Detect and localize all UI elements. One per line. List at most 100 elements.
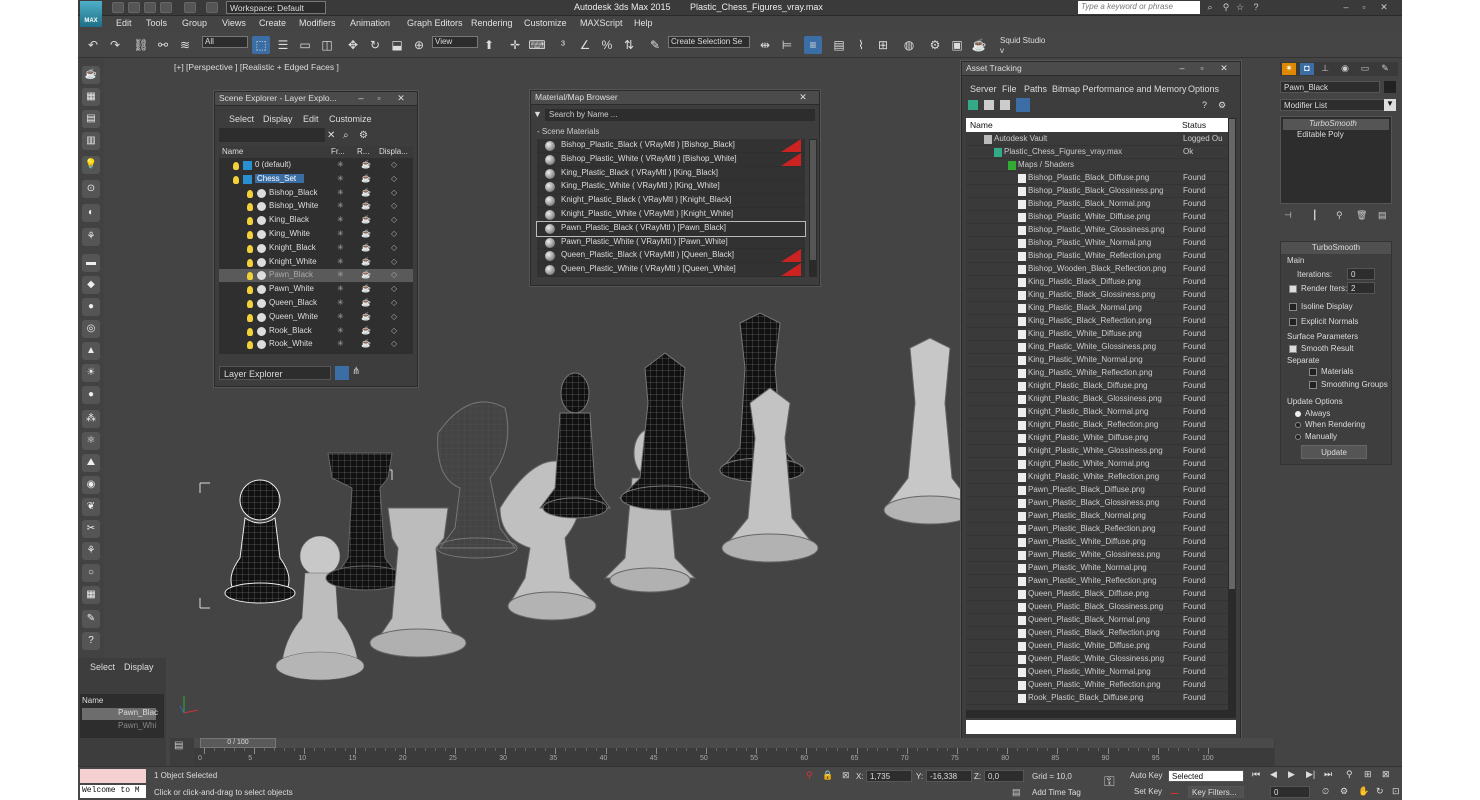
- asset-row[interactable]: King_Plastic_White_Glossiness.png Found: [966, 341, 1228, 354]
- light-bulb-icon[interactable]: [247, 341, 253, 350]
- favorites-icon[interactable]: ☆: [1234, 2, 1246, 13]
- cone-icon[interactable]: ▲: [82, 342, 100, 360]
- menu-modifiers[interactable]: Modifiers: [299, 18, 336, 28]
- maxscript-listener[interactable]: [80, 769, 146, 783]
- menu-create[interactable]: Create: [259, 18, 286, 28]
- se-header-display[interactable]: Displa...: [379, 147, 408, 156]
- plane-icon[interactable]: ▬: [82, 254, 100, 272]
- display-box-icon[interactable]: ◇: [391, 326, 397, 335]
- queen-black[interactable]: [618, 352, 712, 511]
- menu-maxscript[interactable]: MAXScript: [580, 18, 623, 28]
- menu-arrow-icon[interactable]: ▼: [533, 109, 543, 119]
- asset-row[interactable]: Pawn_Plastic_Black_Reflection.png Found: [966, 523, 1228, 536]
- find-icon[interactable]: ⌕: [343, 130, 349, 141]
- turbosmooth-title[interactable]: TurboSmooth: [1281, 242, 1391, 254]
- lock-selection-icon[interactable]: 🔒: [822, 770, 833, 781]
- minimize-icon[interactable]: –: [353, 93, 369, 104]
- render-iters-spinner[interactable]: 2: [1347, 282, 1375, 294]
- object-name-field[interactable]: Pawn_Black: [1280, 81, 1380, 93]
- time-config-icon[interactable]: ⚙: [1340, 786, 1348, 797]
- utilities-tab-icon[interactable]: ✎: [1378, 63, 1392, 75]
- asset-row[interactable]: Queen_Plastic_Black_Reflection.png Found: [966, 627, 1228, 640]
- asset-header-status[interactable]: Status: [1182, 120, 1206, 130]
- modifier-list-dropdown[interactable]: Modifier List: [1280, 99, 1386, 111]
- material-search-input[interactable]: Search by Name ...: [545, 109, 815, 121]
- place-icon[interactable]: ⊕: [410, 36, 428, 54]
- left-tab-select[interactable]: Select: [90, 662, 115, 672]
- selection-filter-dropdown[interactable]: All: [202, 36, 248, 48]
- rotate-icon[interactable]: ↻: [366, 36, 384, 54]
- globe-icon[interactable]: ◉: [82, 476, 100, 494]
- box-icon[interactable]: ◆: [82, 276, 100, 294]
- time-tag-icon[interactable]: ▤: [1012, 787, 1021, 798]
- mirror-icon[interactable]: ⇹: [756, 36, 774, 54]
- at-menu-bitmap[interactable]: Bitmap Performance and Memory: [1052, 84, 1187, 94]
- go-to-start-icon[interactable]: ⏮: [1252, 769, 1260, 780]
- sun-icon[interactable]: ☀: [82, 364, 100, 382]
- pin-stack-icon[interactable]: ⊣: [1284, 210, 1292, 221]
- asset-row[interactable]: Knight_Plastic_White_Diffuse.png Found: [966, 432, 1228, 445]
- hierarchy-tab-icon[interactable]: ⊥: [1318, 63, 1332, 75]
- display-box-icon[interactable]: ◇: [391, 270, 397, 279]
- asset-row[interactable]: King_Plastic_Black_Reflection.png Found: [966, 315, 1228, 328]
- environment-icon[interactable]: ▤: [82, 110, 100, 128]
- asset-row[interactable]: Pawn_Plastic_White_Diffuse.png Found: [966, 536, 1228, 549]
- smoothing-groups-checkbox[interactable]: [1309, 381, 1317, 389]
- display-box-icon[interactable]: ◇: [391, 215, 397, 224]
- explicit-normals-checkbox[interactable]: [1289, 318, 1297, 326]
- show-end-icon[interactable]: ┃: [1312, 210, 1317, 221]
- freeze-icon[interactable]: ✳: [337, 201, 344, 210]
- menu-rendering[interactable]: Rendering: [471, 18, 513, 28]
- infocenter-icon[interactable]: ⚲: [1220, 2, 1232, 13]
- asset-row[interactable]: Maps / Shaders: [966, 159, 1228, 172]
- freeze-icon[interactable]: ✳: [337, 174, 344, 183]
- question-icon[interactable]: ?: [82, 632, 100, 650]
- display-box-icon[interactable]: ◇: [391, 174, 397, 183]
- asset-row[interactable]: Bishop_Plastic_White_Normal.png Found: [966, 237, 1228, 250]
- hierarchy-icon[interactable]: ⋔: [352, 366, 366, 380]
- x-coordinate-field[interactable]: 1,735: [866, 770, 912, 782]
- close-icon[interactable]: ✕: [393, 93, 409, 104]
- table-view-icon[interactable]: [1016, 98, 1030, 112]
- light-bulb-icon[interactable]: [247, 189, 253, 198]
- set-key-button[interactable]: Set Key: [1134, 787, 1166, 799]
- stack-turbosmooth[interactable]: TurboSmooth: [1283, 119, 1389, 130]
- make-unique-icon[interactable]: ⚲: [1336, 210, 1343, 221]
- orbit-icon[interactable]: ↻: [1376, 786, 1384, 797]
- mountain-icon[interactable]: ⛰: [82, 454, 100, 472]
- se-header-freeze[interactable]: Fr...: [331, 147, 345, 156]
- asset-row[interactable]: King_Plastic_Black_Diffuse.png Found: [966, 276, 1228, 289]
- material-item[interactable]: King_Plastic_Black ( VRayMtl ) [King_Bla…: [537, 167, 805, 181]
- display-box-icon[interactable]: ◇: [391, 312, 397, 321]
- at-menu-paths[interactable]: Paths: [1024, 84, 1047, 94]
- se-row[interactable]: Pawn_White ✳ ☕ ◇: [219, 283, 413, 297]
- se-row[interactable]: Rook_Black ✳ ☕ ◇: [219, 325, 413, 339]
- asset-row[interactable]: Knight_Plastic_Black_Diffuse.png Found: [966, 380, 1228, 393]
- asset-row[interactable]: Knight_Plastic_White_Normal.png Found: [966, 458, 1228, 471]
- schematic-view-icon[interactable]: ⊞: [874, 36, 892, 54]
- close-icon[interactable]: ✕: [1216, 63, 1232, 74]
- material-editor-icon[interactable]: ◍: [900, 36, 918, 54]
- key-mode-dropdown[interactable]: Selected: [1168, 770, 1244, 782]
- materials-checkbox[interactable]: [1309, 368, 1317, 376]
- add-time-tag[interactable]: Add Time Tag: [1032, 788, 1081, 797]
- freeze-icon[interactable]: ✳: [337, 215, 344, 224]
- key-mode-icon[interactable]: ⏲: [1322, 786, 1329, 797]
- timeline-ruler[interactable]: 0 5 10 15 20 25 30 35 40 45 50 55 60 65 70 75 80 85 90 95 10…: [194, 748, 1274, 766]
- asset-row[interactable]: Queen_Plastic_White_Normal.png Found: [966, 666, 1228, 679]
- at-menu-options[interactable]: Options: [1188, 84, 1219, 94]
- freeze-icon[interactable]: ✳: [337, 270, 344, 279]
- asset-row[interactable]: Autodesk Vault Logged Ou: [966, 133, 1228, 146]
- viewport-label[interactable]: [+] [Perspective ] [Realistic + Edged Fa…: [174, 62, 339, 72]
- mini-curve-icon[interactable]: ▤: [174, 740, 188, 754]
- particles-icon[interactable]: ⁂: [82, 410, 100, 428]
- display-box-icon[interactable]: ◇: [391, 160, 397, 169]
- render-production-icon[interactable]: ☕: [970, 36, 988, 54]
- layer-explorer-dropdown[interactable]: Layer Explorer: [219, 366, 331, 380]
- asset-row[interactable]: Pawn_Plastic_Black_Glossiness.png Found: [966, 497, 1228, 510]
- render-teapot-icon[interactable]: ☕: [361, 298, 371, 307]
- maximize-icon[interactable]: ▫: [1358, 2, 1370, 13]
- asset-row[interactable]: Bishop_Plastic_White_Diffuse.png Found: [966, 211, 1228, 224]
- render-teapot-icon[interactable]: ☕: [361, 339, 371, 348]
- select-object-icon[interactable]: ⬚: [252, 36, 270, 54]
